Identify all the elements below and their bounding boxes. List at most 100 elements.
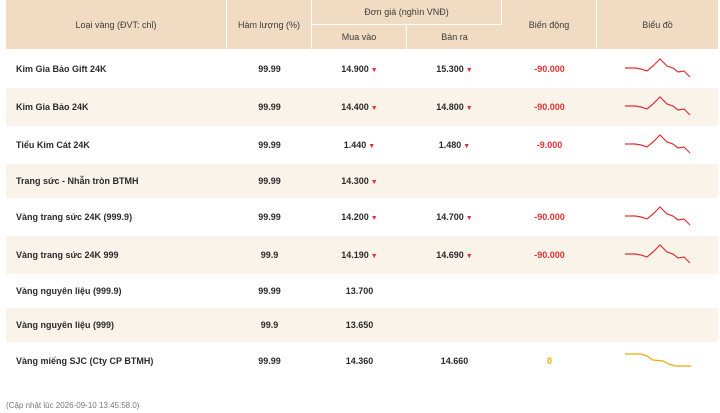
- purity-value: 99.99: [227, 50, 312, 88]
- sparkline-path: [624, 244, 690, 264]
- buy-price-cell: 14.190 ▼: [312, 236, 407, 274]
- purity-value: 99.99: [227, 198, 312, 236]
- sparkline-cell: [597, 274, 718, 308]
- buy-price-cell: 14.900 ▼: [312, 50, 407, 88]
- sell-price-cell: [407, 164, 502, 198]
- sparkline-chart: [624, 206, 690, 226]
- sell-price: 15.300: [436, 64, 464, 74]
- price-change: -90.000: [502, 236, 597, 274]
- sparkline-chart: [624, 96, 690, 116]
- sparkline-cell: [597, 50, 718, 88]
- gold-type-name: Vàng trang sức 24K 999: [6, 236, 227, 274]
- sell-price-cell: 1.480 ▼: [407, 126, 502, 164]
- sell-price-cell: 14.660: [407, 342, 502, 380]
- down-arrow-icon: ▼: [370, 105, 378, 112]
- sparkline-chart: [624, 58, 690, 78]
- price-change: -9.000: [502, 126, 597, 164]
- price-change: -90.000: [502, 88, 597, 126]
- buy-price-cell: 13.650: [312, 308, 407, 342]
- down-arrow-icon: ▼: [463, 143, 471, 150]
- sell-price-cell: 15.300 ▼: [407, 50, 502, 88]
- down-arrow-icon: ▼: [370, 253, 378, 260]
- sparkline-path: [624, 134, 690, 154]
- gold-price-board: Loại vàng (ĐVT: chỉ) Hàm lượng (%) Đơn g…: [6, 0, 718, 410]
- sparkline-chart: [624, 134, 690, 154]
- buy-price-cell: 14.360: [312, 342, 407, 380]
- sparkline-path: [624, 206, 690, 226]
- purity-value: 99.99: [227, 126, 312, 164]
- down-arrow-icon: ▼: [465, 253, 473, 260]
- sell-price-cell: 14.690 ▼: [407, 236, 502, 274]
- price-change: [502, 164, 597, 198]
- sell-price-cell: [407, 274, 502, 308]
- header-change: Biến động: [502, 0, 597, 50]
- sell-price: 1.480: [438, 140, 462, 150]
- sparkline-path: [624, 58, 690, 78]
- down-arrow-icon: ▼: [465, 215, 473, 222]
- buy-price: 13.650: [345, 320, 374, 330]
- sell-price-cell: 14.700 ▼: [407, 198, 502, 236]
- gold-type-name: Vàng nguyên liệu (999): [6, 308, 227, 342]
- buy-price: 1.440: [343, 140, 367, 150]
- buy-price: 14.300: [341, 176, 369, 186]
- sell-price-cell: [407, 308, 502, 342]
- sell-price: 14.690: [436, 250, 464, 260]
- down-arrow-icon: ▼: [368, 143, 376, 150]
- gold-type-name: Vàng trang sức 24K (999.9): [6, 198, 227, 236]
- price-change: [502, 308, 597, 342]
- sparkline-cell: [597, 164, 718, 198]
- sell-price: 14.800: [436, 102, 464, 112]
- down-arrow-icon: ▼: [465, 105, 473, 112]
- table-row: Kim Gia Bảo Gift 24K 99.99 14.900 ▼ 15.300 ▼ -…: [6, 50, 718, 88]
- sell-price: 14.660: [440, 356, 469, 366]
- buy-price: 14.200: [341, 212, 369, 222]
- purity-value: 99.99: [227, 164, 312, 198]
- sparkline-cell: [597, 198, 718, 236]
- buy-price: 13.700: [345, 286, 374, 296]
- sell-price-cell: 14.800 ▼: [407, 88, 502, 126]
- sparkline-cell: [597, 126, 718, 164]
- buy-price-cell: 1.440 ▼: [312, 126, 407, 164]
- gold-type-name: Trang sức - Nhẫn tròn BTMH: [6, 164, 227, 198]
- buy-price-cell: 14.400 ▼: [312, 88, 407, 126]
- buy-price: 14.360: [345, 356, 374, 366]
- sparkline-path: [624, 96, 690, 116]
- buy-price-cell: 13.700: [312, 274, 407, 308]
- table-row: Kim Gia Bảo 24K 99.99 14.400 ▼ 14.800 ▼ -90.00…: [6, 88, 718, 126]
- sparkline-path: [624, 353, 691, 367]
- purity-value: 99.99: [227, 274, 312, 308]
- sparkline-chart: [624, 244, 690, 264]
- header-unit-price: Đơn giá (nghìn VNĐ): [312, 0, 502, 25]
- gold-type-name: Vàng nguyên liệu (999.9): [6, 274, 227, 308]
- sparkline-cell: [597, 342, 718, 380]
- sparkline-chart: [624, 353, 691, 367]
- header-buy: Mua vào: [312, 25, 407, 50]
- table-row: Trang sức - Nhẫn tròn BTMH 99.99 14.300 ▼: [6, 164, 718, 198]
- header-chart: Biểu đồ: [597, 0, 718, 50]
- table-row: Vàng trang sức 24K 999 99.9 14.190 ▼ 14.690 ▼…: [6, 236, 718, 274]
- sparkline-cell: [597, 308, 718, 342]
- gold-type-name: Vàng miếng SJC (Cty CP BTMH): [6, 342, 227, 380]
- buy-price: 14.190: [341, 250, 369, 260]
- buy-price: 14.400: [341, 102, 369, 112]
- down-arrow-icon: ▼: [370, 215, 378, 222]
- header-sell: Bán ra: [407, 25, 502, 50]
- price-change: -90.000: [502, 50, 597, 88]
- table-row: Vàng miếng SJC (Cty CP BTMH) 99.99 14.360 1…: [6, 342, 718, 380]
- header-type: Loại vàng (ĐVT: chỉ): [6, 0, 227, 50]
- sell-price: 14.700: [436, 212, 464, 222]
- buy-price-cell: 14.200 ▼: [312, 198, 407, 236]
- purity-value: 99.9: [227, 308, 312, 342]
- table-row: Vàng nguyên liệu (999.9) 99.99 13.700: [6, 274, 718, 308]
- price-change: [502, 274, 597, 308]
- gold-price-table: Loại vàng (ĐVT: chỉ) Hàm lượng (%) Đơn g…: [6, 0, 718, 380]
- sparkline-cell: [597, 88, 718, 126]
- gold-type-name: Tiểu Kim Cát 24K: [6, 126, 227, 164]
- down-arrow-icon: ▼: [465, 67, 473, 74]
- purity-value: 99.99: [227, 342, 312, 380]
- table-row: Vàng nguyên liệu (999) 99.9 13.650: [6, 308, 718, 342]
- down-arrow-icon: ▼: [370, 179, 378, 186]
- buy-price-cell: 14.300 ▼: [312, 164, 407, 198]
- gold-type-name: Kim Gia Bảo 24K: [6, 88, 227, 126]
- price-change: 0: [502, 342, 597, 380]
